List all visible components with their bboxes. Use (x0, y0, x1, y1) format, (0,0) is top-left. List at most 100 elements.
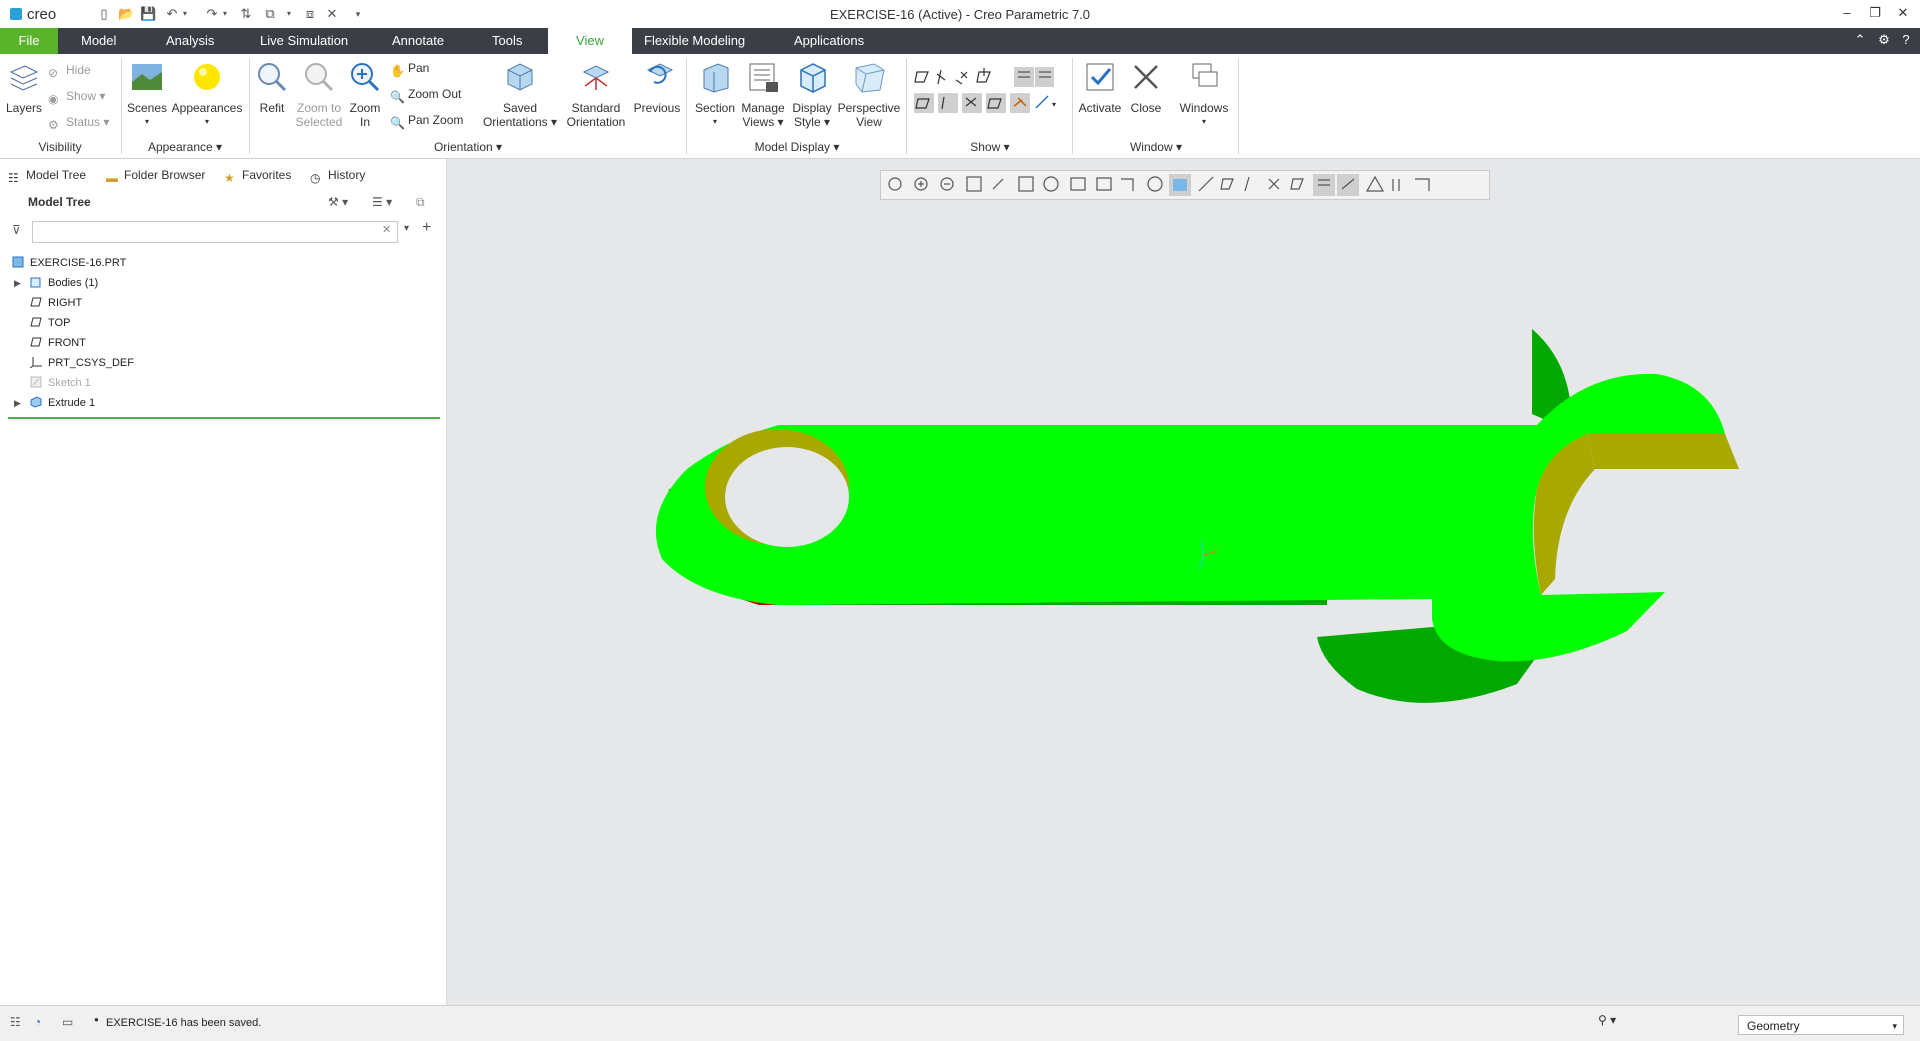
group-label-model-display[interactable]: Model Display ▾ (688, 140, 906, 154)
group-separator (686, 58, 687, 154)
tab-history[interactable]: ◷ History (310, 165, 365, 185)
add-icon[interactable]: + (422, 219, 431, 237)
minimize-ribbon-icon[interactable]: ⌃ (1852, 32, 1868, 48)
tree-item-front[interactable]: FRONT (30, 333, 86, 353)
close-icon[interactable]: ✕ (1892, 5, 1914, 23)
title-bar: creo ▯ 📂 💾 ↶ ▾ ↷ ▾ ⇅ ⧉ ▾ ⧈ ✕ ▾ EXERCISE-… (0, 0, 1920, 28)
tree-columns-icon[interactable]: ⧉ (416, 195, 425, 210)
navigator-toggle-icon[interactable]: ☷ (10, 1015, 21, 1029)
display-style-label-line2: Style ▾ (793, 115, 831, 129)
selection-filter-dropdown[interactable]: Geometry ▾ (1738, 1015, 1904, 1035)
wrench-model[interactable] (447, 159, 1920, 1005)
display-style-label-line1: Display (792, 101, 832, 115)
perspective-view-button[interactable]: Perspective View (836, 60, 902, 129)
zoom-in-label-line2: In (359, 115, 370, 129)
activate-button[interactable]: Activate (1076, 60, 1124, 115)
tab-model-tree[interactable]: ☷ Model Tree (8, 165, 86, 185)
layers-button[interactable]: Layers (4, 60, 44, 115)
tree-item-bodies[interactable]: ▶ Bodies (1) (14, 273, 98, 293)
scenes-button[interactable]: Scenes ▾ (126, 60, 168, 129)
saved-orientations-button[interactable]: Saved Orientations ▾ (480, 60, 560, 129)
full-screen-icon[interactable]: ▭ (62, 1015, 73, 1029)
scenes-label: Scenes (126, 101, 168, 115)
tab-flexible-modeling[interactable]: Flexible Modeling (630, 28, 759, 54)
pan-zoom-button[interactable]: 🔍 Pan Zoom (390, 110, 463, 130)
previous-button[interactable]: Previous (632, 60, 682, 115)
restore-icon[interactable]: ❐ (1864, 5, 1886, 23)
tree-item-csys[interactable]: PRT_CSYS_DEF (30, 353, 134, 373)
datum-plane-icon (30, 297, 42, 307)
tab-annotate[interactable]: Annotate (378, 28, 458, 54)
tree-item-top[interactable]: TOP (30, 313, 70, 333)
group-separator (906, 58, 907, 154)
search-dropdown-icon[interactable]: ▾ (404, 223, 409, 234)
saved-orientations-label-line1: Saved (502, 101, 538, 115)
part-icon (12, 256, 24, 268)
filter-icon[interactable]: ⊽ (12, 223, 21, 237)
tree-item-part[interactable]: EXERCISE-16.PRT (12, 253, 126, 273)
section-button[interactable]: Section ▾ (690, 60, 740, 129)
graphics-window[interactable] (447, 159, 1920, 1005)
standard-orientation-icon (582, 65, 610, 90)
tab-favorites-label: Favorites (242, 168, 292, 182)
group-label-orientation[interactable]: Orientation ▾ (250, 140, 686, 154)
show-options-icon[interactable]: ☰ ▾ (372, 195, 392, 209)
refit-button[interactable]: Refit (252, 60, 292, 115)
zoom-out-label: Zoom Out (408, 87, 462, 101)
expand-icon[interactable]: ▶ (14, 273, 30, 293)
settings-icon[interactable]: ⚙ (1876, 32, 1892, 48)
expand-icon[interactable]: ▶ (14, 393, 30, 413)
tree-search-input[interactable] (32, 221, 398, 243)
tab-live-simulation[interactable]: Live Simulation (246, 28, 362, 54)
datum-plane-icon (30, 337, 42, 347)
group-label-show[interactable]: Show ▾ (908, 140, 1072, 154)
browser-toggle-icon[interactable]: ◔ (34, 1015, 41, 1029)
model-tree-header: Model Tree (28, 195, 91, 209)
zoom-to-selected-label-line2: Selected (295, 115, 343, 129)
insert-here-indicator[interactable] (8, 417, 440, 419)
tree-item-sketch[interactable]: Sketch 1 (30, 373, 91, 393)
windows-button[interactable]: Windows ▾ (1176, 60, 1232, 129)
tree-item-right[interactable]: RIGHT (30, 293, 82, 313)
hide-button[interactable]: ⊘ Hide (48, 60, 91, 80)
tab-file[interactable]: File (0, 28, 58, 54)
close-window-button[interactable]: Close (1126, 60, 1166, 115)
zoom-to-selected-icon (305, 63, 334, 92)
pan-zoom-icon: 🔍 (390, 116, 405, 130)
zoom-out-icon: 🔍 (390, 90, 405, 104)
pan-button[interactable]: ✋ Pan (390, 58, 429, 78)
tab-analysis[interactable]: Analysis (152, 28, 228, 54)
zoom-out-button[interactable]: 🔍 Zoom Out (390, 84, 461, 104)
manage-views-icon (749, 63, 778, 92)
scenes-icon (132, 64, 162, 90)
standard-orientation-label-line2: Orientation (566, 115, 626, 129)
minimize-icon[interactable]: – (1836, 5, 1858, 23)
show-button[interactable]: ◉ Show ▾ (48, 86, 105, 106)
manage-views-label-line1: Manage (741, 101, 785, 115)
tree-item-extrude[interactable]: ▶ Extrude 1 (14, 393, 95, 413)
display-style-button[interactable]: Display Style ▾ (788, 60, 836, 129)
group-label-window[interactable]: Window ▾ (1074, 140, 1238, 154)
standard-orientation-button[interactable]: Standard Orientation (564, 60, 628, 129)
group-label-appearance[interactable]: Appearance ▾ (122, 140, 248, 154)
sketch-icon (30, 376, 42, 388)
tab-tools[interactable]: Tools (478, 28, 536, 54)
tab-folder-browser[interactable]: ▬ Folder Browser (106, 165, 205, 185)
zoom-in-button[interactable]: Zoom In (348, 60, 382, 129)
datum-plane-icon (30, 317, 42, 327)
manage-views-button[interactable]: Manage Views ▾ (738, 60, 788, 129)
tab-model[interactable]: Model (67, 28, 130, 54)
appearances-button[interactable]: Appearances ▾ (170, 60, 244, 129)
tab-view[interactable]: View (548, 28, 632, 54)
clear-search-icon[interactable]: ✕ (382, 223, 391, 236)
tab-favorites[interactable]: ★ Favorites (224, 165, 291, 185)
zoom-to-selected-button[interactable]: Zoom to Selected (294, 60, 344, 129)
tab-applications[interactable]: Applications (780, 28, 878, 54)
history-icon: ◷ (310, 171, 321, 185)
tree-settings-icon[interactable]: ⚒ ▾ (328, 195, 348, 209)
status-bar: ☷ ◔ ▭ ● EXERCISE-16 has been saved. ⚲ ▾ … (0, 1005, 1920, 1041)
find-icon[interactable]: ⚲ ▾ (1598, 1013, 1638, 1035)
help-icon[interactable]: ? (1898, 32, 1914, 47)
tree-item-label: RIGHT (48, 297, 83, 309)
status-button[interactable]: ⚙ Status ▾ (48, 112, 109, 132)
